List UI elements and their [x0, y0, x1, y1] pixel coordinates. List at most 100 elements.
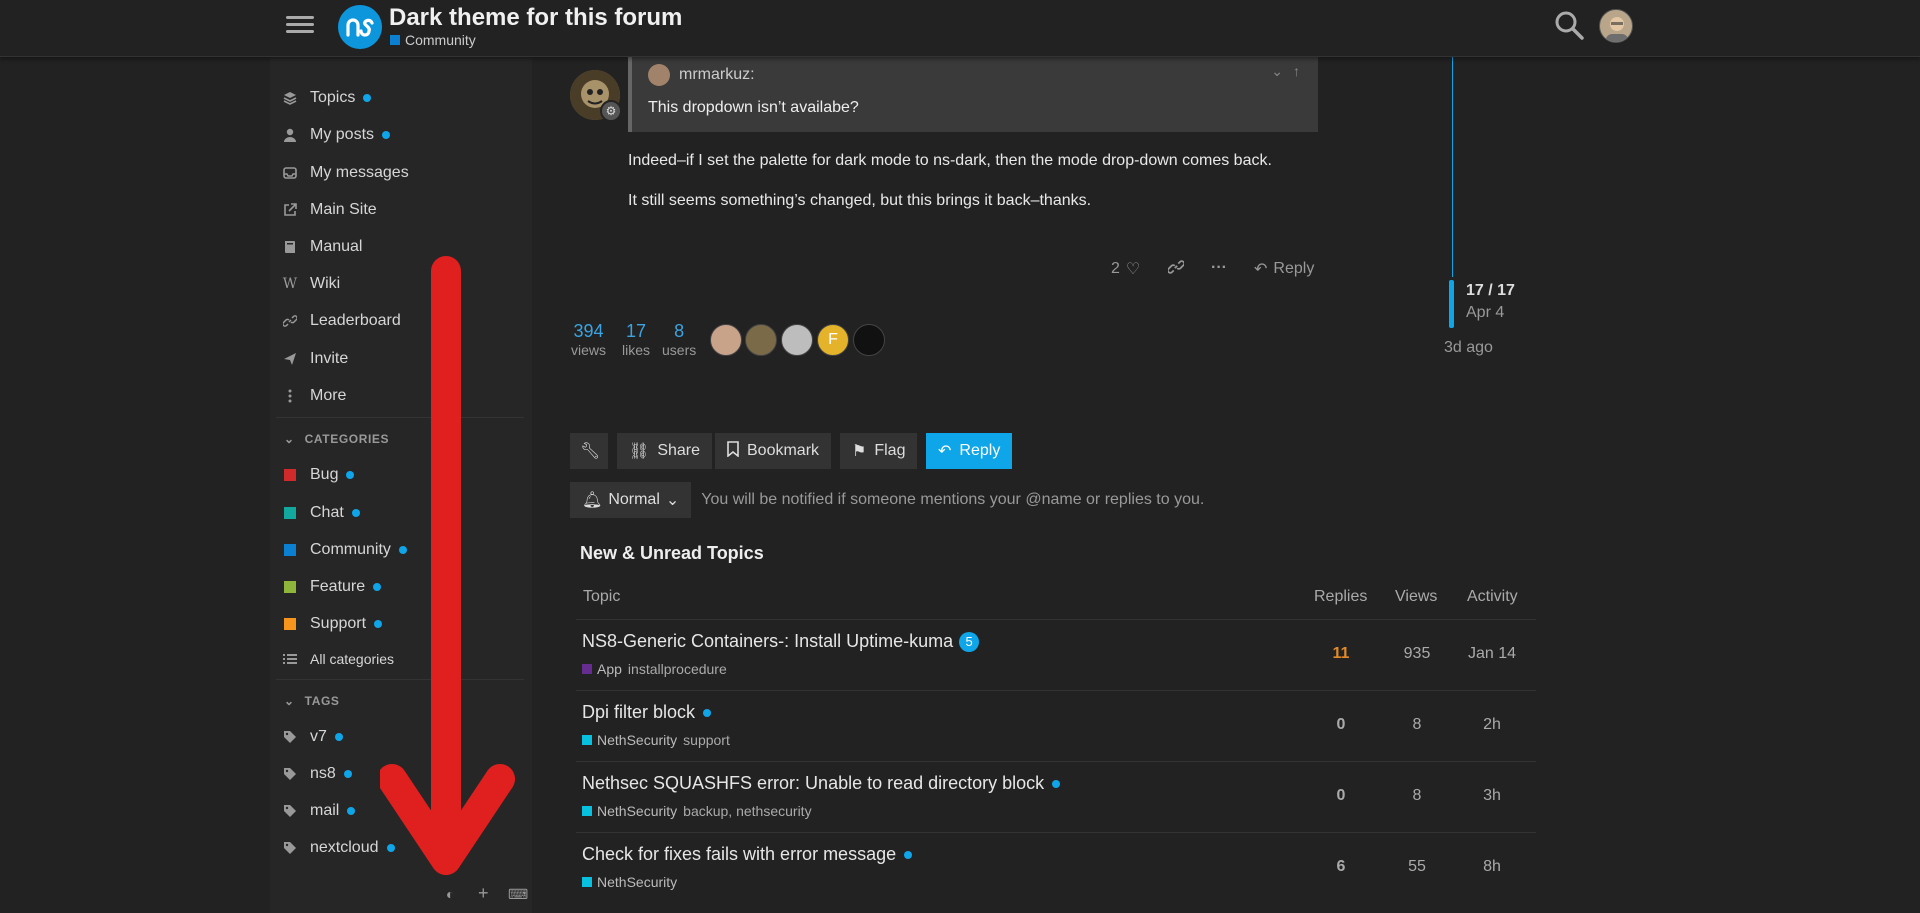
activity-cell[interactable]: 2h: [1462, 716, 1522, 734]
topic-link[interactable]: Check for fixes fails with error message: [582, 844, 913, 865]
timeline-last-activity[interactable]: 3d ago: [1444, 339, 1493, 357]
sidebar-category-support[interactable]: Support: [282, 610, 383, 638]
sidebar-item-label: Chat: [310, 504, 344, 521]
quote-controls: ⌄ ↑: [1271, 63, 1300, 80]
topic-reply-button[interactable]: ↶ Reply: [926, 433, 1013, 469]
hamburger-menu-icon[interactable]: [286, 12, 314, 36]
sidebar-all-categories[interactable]: All categories: [282, 645, 394, 673]
views-cell: 55: [1408, 858, 1426, 875]
plus-icon[interactable]: +: [478, 883, 489, 904]
post-reply-button[interactable]: ↶ Reply: [1254, 259, 1314, 279]
users-stat[interactable]: 8 users: [662, 321, 696, 358]
quote-author: mrmarkuz:: [679, 66, 755, 83]
participant-avatar[interactable]: F: [817, 324, 849, 356]
more-actions-button[interactable]: ···: [1211, 259, 1227, 277]
sidebar-tag-nextcloud[interactable]: nextcloud: [282, 834, 395, 862]
likes-label: likes: [622, 342, 651, 358]
tags-heading: TAGS: [304, 694, 340, 708]
sidebar-item-main-site[interactable]: Main Site: [282, 196, 377, 224]
sidebar-item-my-posts[interactable]: My posts: [282, 121, 391, 149]
notification-level-dropdown[interactable]: 🔔︎ Normal ⌄: [570, 482, 692, 518]
site-logo[interactable]: [338, 5, 382, 49]
topic-category[interactable]: App: [582, 661, 622, 677]
arrow-up-icon[interactable]: ↑: [1293, 63, 1300, 80]
table-row[interactable]: NS8-Generic Containers-: Install Uptime-…: [576, 619, 1536, 689]
table-row[interactable]: Nethsec SQUASHFS error: Unable to read d…: [576, 761, 1536, 831]
topic-link[interactable]: Nethsec SQUASHFS error: Unable to read d…: [582, 773, 1061, 794]
topic-link[interactable]: Dpi filter block: [582, 702, 712, 723]
share-button[interactable]: ⛓ Share: [617, 433, 713, 469]
sidebar-category-chat[interactable]: Chat: [282, 499, 360, 527]
site-header: Dark theme for this forum Community: [0, 0, 1920, 57]
activity-cell[interactable]: Jan 14: [1462, 645, 1522, 663]
category-swatch: [282, 505, 298, 521]
categories-section-toggle[interactable]: ⌄ CATEGORIES: [284, 432, 389, 446]
bookmark-button[interactable]: Bookmark: [715, 433, 832, 469]
chevron-down-icon[interactable]: ⌄: [1271, 63, 1283, 80]
admin-wrench-button[interactable]: 🔧︎: [570, 433, 608, 469]
tags-section-toggle[interactable]: ⌄ TAGS: [284, 694, 340, 708]
column-header-replies[interactable]: Replies: [1314, 588, 1367, 606]
sidebar-category-feature[interactable]: Feature: [282, 573, 382, 601]
timeline-scroller-handle[interactable]: [1449, 280, 1454, 328]
sidebar-item-leaderboard[interactable]: Leaderboard: [282, 307, 401, 335]
sidebar-item-my-messages[interactable]: My messages: [282, 159, 409, 187]
topic-category[interactable]: NethSecurity: [582, 874, 677, 890]
activity-cell[interactable]: 8h: [1462, 858, 1522, 876]
sidebar-item-wiki[interactable]: W Wiki: [282, 270, 340, 298]
replies-cell: 0: [1336, 787, 1346, 804]
sidebar-item-topics[interactable]: Topics: [282, 84, 372, 112]
search-icon[interactable]: [1554, 10, 1584, 40]
category-swatch: [282, 616, 298, 632]
quote-header[interactable]: mrmarkuz:: [648, 64, 755, 86]
table-row[interactable]: Check for fixes fails with error message…: [576, 832, 1536, 902]
likes-stat[interactable]: 17 likes: [622, 321, 650, 358]
table-row[interactable]: Dpi filter block NethSecurity support 0 …: [576, 690, 1536, 760]
topic-tags[interactable]: support: [683, 732, 730, 748]
unread-dot: [334, 733, 343, 741]
sidebar-tag-ns8[interactable]: ns8: [282, 760, 352, 788]
sidebar-item-label: Wiki: [310, 275, 341, 292]
topic-tags[interactable]: installprocedure: [628, 661, 727, 677]
topic-link[interactable]: NS8-Generic Containers-: Install Uptime-…: [582, 631, 980, 652]
sidebar-item-manual[interactable]: Manual: [282, 233, 362, 261]
send-icon: [282, 351, 298, 367]
topic-category-label: App: [597, 661, 622, 677]
keyboard-icon[interactable]: ⌨: [508, 886, 528, 903]
participant-avatar[interactable]: [710, 324, 742, 356]
new-posts-badge[interactable]: 5: [959, 631, 980, 652]
category-swatch: [582, 806, 592, 816]
sidebar-category-bug[interactable]: Bug: [282, 461, 355, 489]
user-avatar[interactable]: [1599, 9, 1633, 43]
logo-mark-icon: [346, 18, 374, 37]
sidebar-item-invite[interactable]: Invite: [282, 345, 348, 373]
theme-toggle-icon[interactable]: ◐: [446, 886, 454, 902]
topic-tags[interactable]: backup, nethsecurity: [683, 803, 811, 819]
participant-avatar[interactable]: [853, 324, 885, 356]
participant-avatar[interactable]: [781, 324, 813, 356]
unread-dot: [343, 770, 352, 778]
activity-cell[interactable]: 3h: [1462, 787, 1522, 805]
column-header-views[interactable]: Views: [1395, 588, 1437, 606]
sidebar-item-more[interactable]: More: [282, 382, 346, 410]
category-swatch: [582, 664, 592, 674]
topic-category[interactable]: NethSecurity: [582, 732, 677, 748]
category-swatch: [282, 542, 298, 558]
topic-title: Check for fixes fails with error message: [582, 844, 897, 864]
unread-dot: [347, 807, 356, 815]
sidebar-tag-mail[interactable]: mail: [282, 797, 356, 825]
sidebar-category-community[interactable]: Community: [282, 536, 407, 564]
topic-category[interactable]: NethSecurity: [582, 803, 677, 819]
copy-link-button[interactable]: [1167, 259, 1185, 280]
flag-button[interactable]: ⚑ Flag: [840, 433, 918, 469]
unread-dot: [373, 583, 382, 591]
timeline-track[interactable]: [1452, 57, 1453, 277]
column-header-topic[interactable]: Topic: [583, 588, 620, 606]
like-button[interactable]: 2 ♡: [1111, 259, 1140, 279]
bookmark-icon: [727, 440, 739, 462]
sidebar-tag-v7[interactable]: v7: [282, 723, 343, 751]
topic-category-badge[interactable]: Community: [390, 32, 476, 48]
page-title[interactable]: Dark theme for this forum: [389, 4, 682, 32]
column-header-activity[interactable]: Activity: [1467, 588, 1518, 606]
participant-avatar[interactable]: [745, 324, 777, 356]
